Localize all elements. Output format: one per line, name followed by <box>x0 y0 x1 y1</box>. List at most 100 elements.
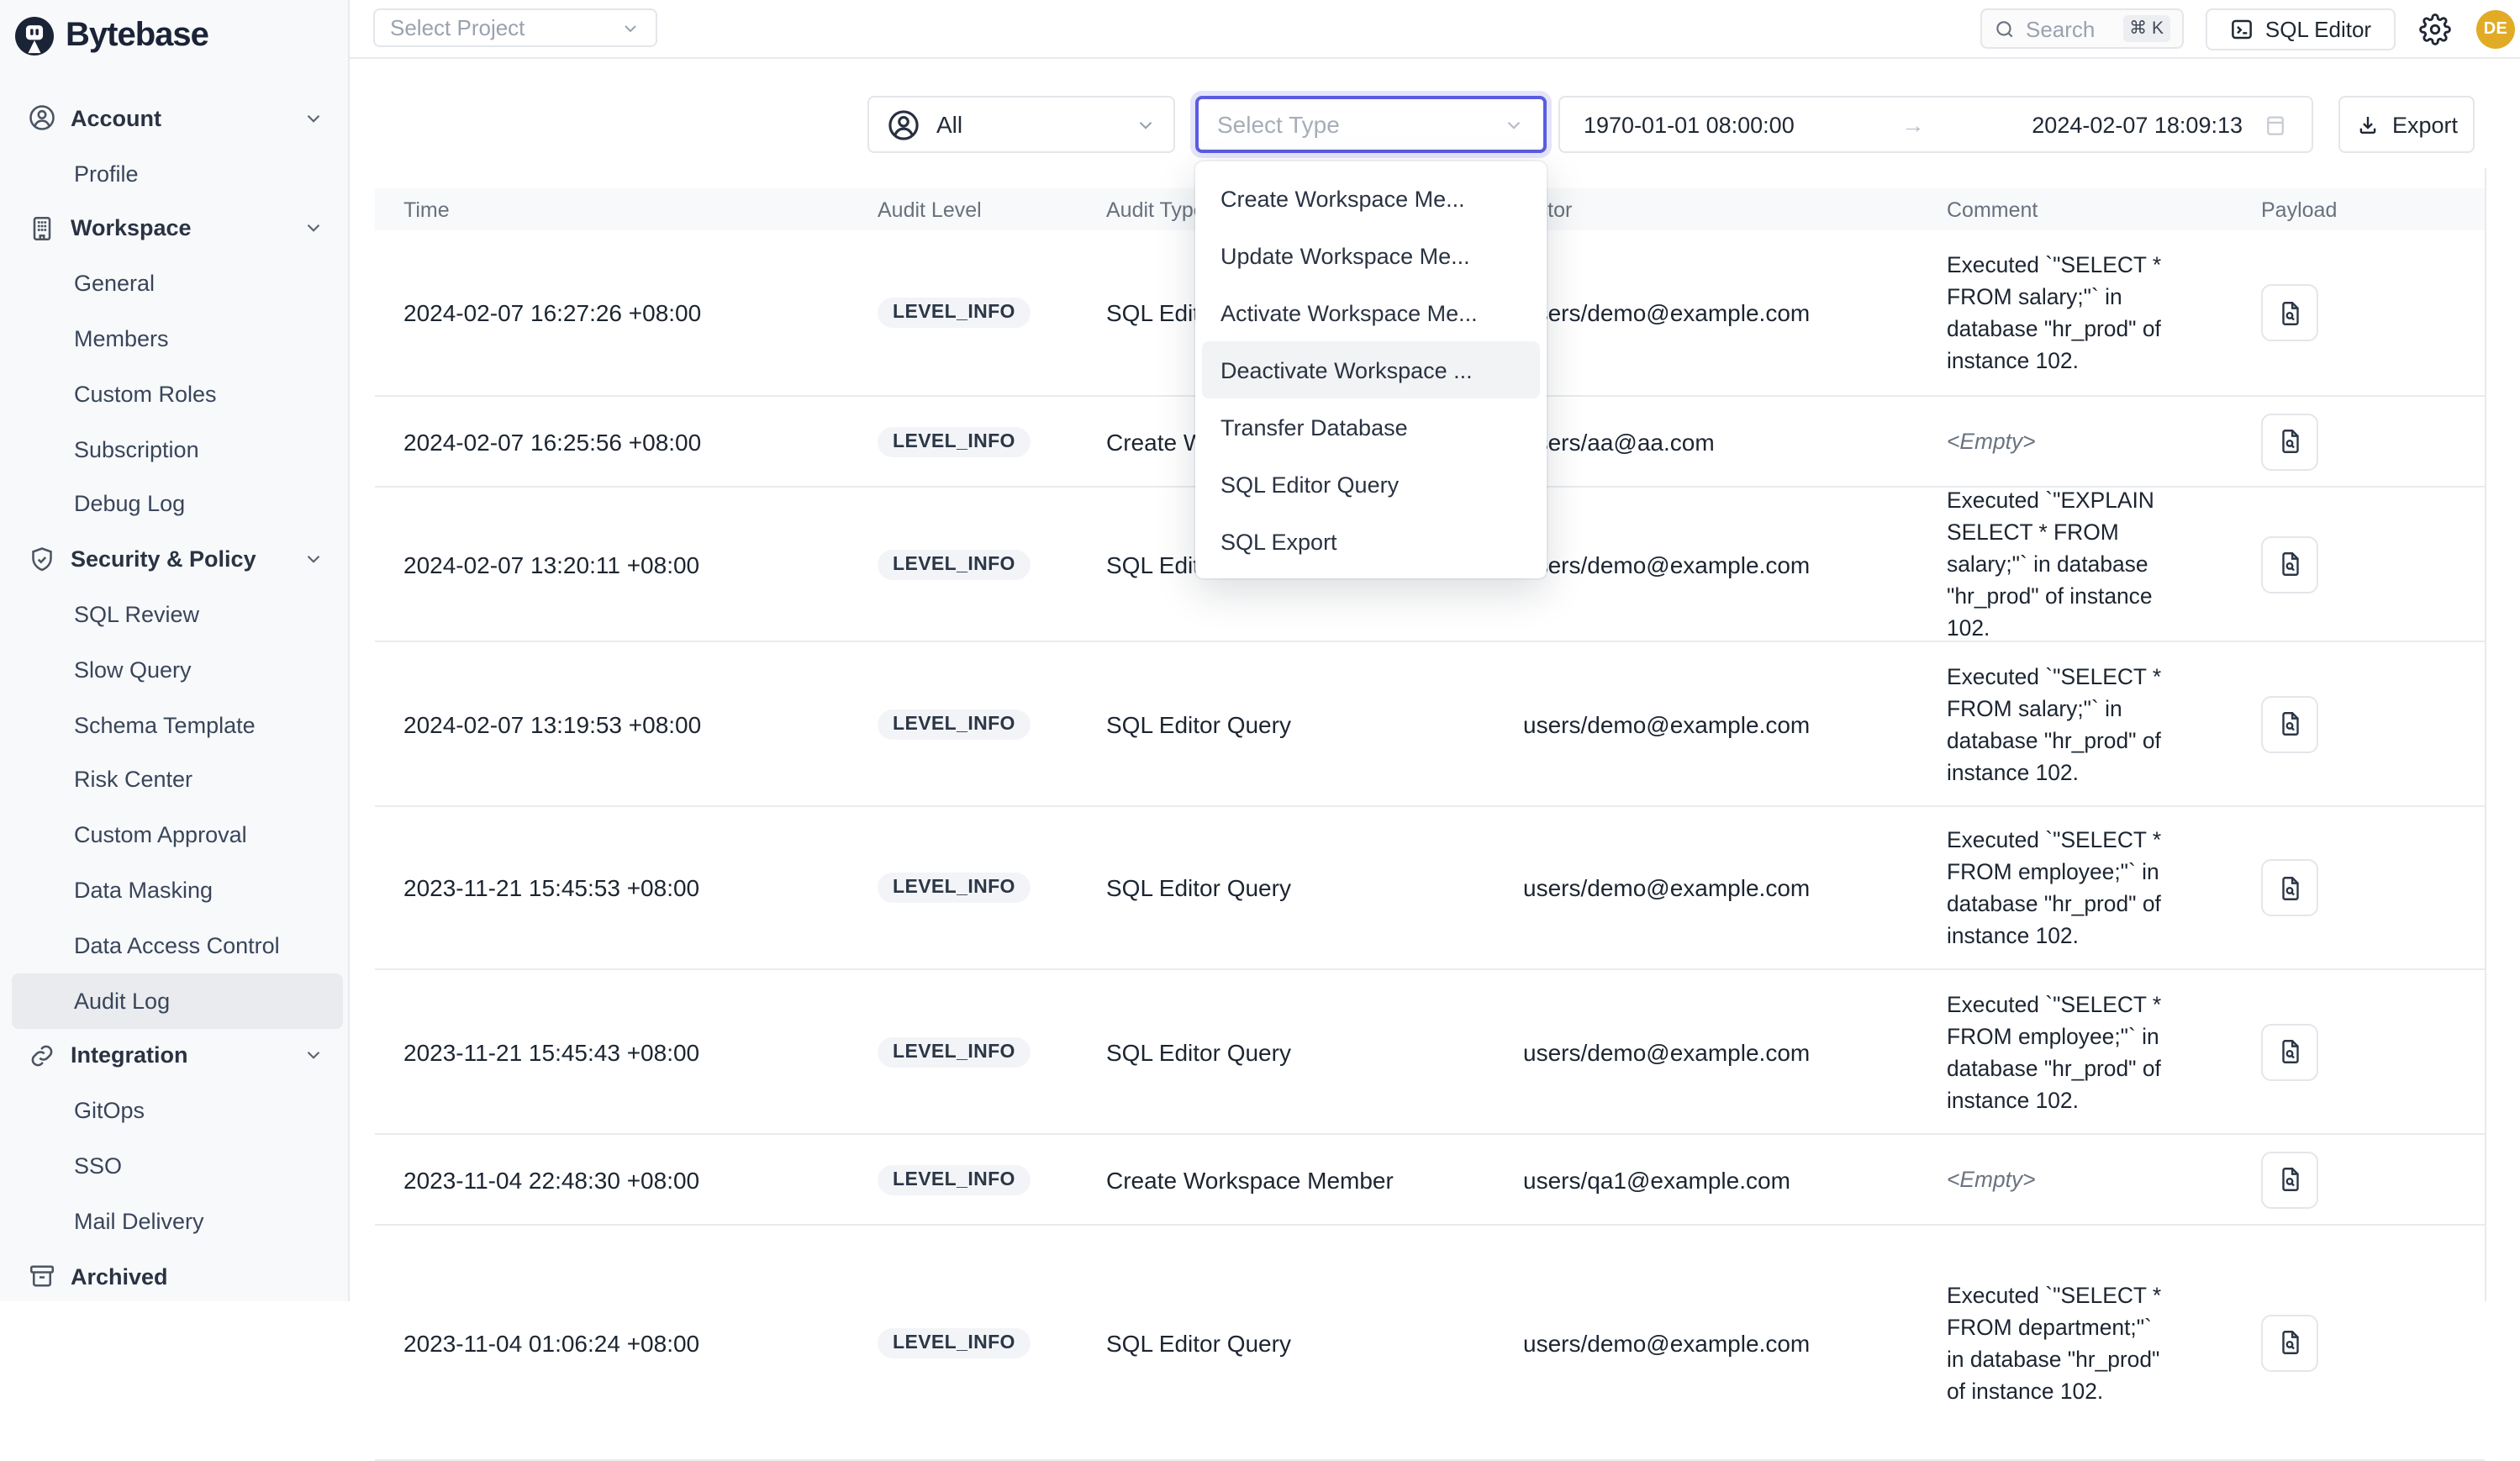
sidebar-item-custom-roles[interactable]: Custom Roles <box>7 367 348 422</box>
project-select[interactable]: Select Project <box>373 8 657 47</box>
user-circle-icon <box>27 103 57 134</box>
sidebar-item-label: Audit Log <box>74 988 170 1013</box>
building-icon <box>27 214 57 244</box>
link-icon <box>27 1041 57 1071</box>
sidebar-item-schema-template[interactable]: Schema Template <box>7 698 348 753</box>
sidebar-item-debug-log[interactable]: Debug Log <box>7 477 348 532</box>
type-menu-item-deactivate-workspace[interactable]: Deactivate Workspace ... <box>1202 341 1540 398</box>
sidebar-item-label: Risk Center <box>74 767 192 793</box>
payload-button[interactable] <box>2261 535 2318 593</box>
sidebar-item-label: GitOps <box>74 1098 145 1123</box>
file-search-icon <box>2275 873 2304 902</box>
audit-level-badge: LEVEL_INFO <box>878 1164 1031 1195</box>
search-shortcut-badge: ⌘ K <box>2122 15 2170 42</box>
sidebar-item-label: Archived <box>71 1263 168 1289</box>
chevron-down-icon <box>303 108 324 129</box>
payload-button[interactable] <box>2261 859 2318 916</box>
comment-cell: Executed `"SELECT * FROM department;"` i… <box>1947 1226 2169 1459</box>
sidebar-item-account[interactable]: Account <box>7 91 348 146</box>
sidebar: Bytebase AccountProfileWorkspaceGeneralM… <box>0 0 350 1301</box>
sidebar-item-general[interactable]: General <box>7 256 348 312</box>
sidebar-item-subscription[interactable]: Subscription <box>7 422 348 477</box>
sql-editor-button[interactable]: SQL Editor <box>2206 8 2396 50</box>
download-icon <box>2355 112 2380 137</box>
sidebar-item-risk-center[interactable]: Risk Center <box>7 752 348 808</box>
sidebar-item-label: Slow Query <box>74 657 192 683</box>
payload-button[interactable] <box>2261 1314 2318 1371</box>
audit-type-cell: SQL Editor Query <box>1106 970 1291 1133</box>
date-to: 2024-02-07 18:09:13 <box>2032 112 2243 137</box>
file-search-icon <box>2275 1037 2304 1066</box>
sidebar-item-custom-approval[interactable]: Custom Approval <box>7 808 348 863</box>
time-cell: 2024-02-07 13:20:11 +08:00 <box>403 488 699 641</box>
sidebar-item-integration[interactable]: Integration <box>7 1028 348 1084</box>
sidebar-item-security-policy[interactable]: Security & Policy <box>7 532 348 588</box>
sidebar-item-label: General <box>74 272 155 297</box>
audit-level-cell: LEVEL_INFO <box>878 642 1031 805</box>
audit-level-badge: LEVEL_INFO <box>878 549 1031 579</box>
payload-button[interactable] <box>2261 413 2318 470</box>
time-cell: 2024-02-07 16:25:56 +08:00 <box>403 397 701 486</box>
sidebar-item-archived[interactable]: Archived <box>7 1248 348 1304</box>
audit-type-cell: SQL Editor Query <box>1106 807 1291 968</box>
date-range-picker[interactable]: 1970-01-01 08:00:00 → 2024-02-07 18:09:1… <box>1558 96 2313 153</box>
type-menu-item-update-workspace-me[interactable]: Update Workspace Me... <box>1202 227 1540 284</box>
table-row: 2023-11-21 15:45:53 +08:00LEVEL_INFOSQL … <box>375 807 2485 970</box>
sidebar-item-data-access-control[interactable]: Data Access Control <box>7 918 348 973</box>
sidebar-item-sql-review[interactable]: SQL Review <box>7 587 348 642</box>
actor-cell: users/qa1@example.com <box>1523 1135 1790 1224</box>
chevron-down-icon <box>1135 113 1157 135</box>
comment-cell: <Empty> <box>1947 1135 2169 1224</box>
audit-level-badge: LEVEL_INFO <box>878 1327 1031 1358</box>
type-menu-item-transfer-database[interactable]: Transfer Database <box>1202 398 1540 456</box>
comment-cell: <Empty> <box>1947 397 2169 486</box>
type-menu-item-activate-workspace-me[interactable]: Activate Workspace Me... <box>1202 284 1540 341</box>
type-menu-item-sql-export[interactable]: SQL Export <box>1202 513 1540 570</box>
sql-editor-label: SQL Editor <box>2265 17 2371 42</box>
sidebar-item-label: Data Access Control <box>74 933 280 958</box>
time-cell: 2023-11-04 01:06:24 +08:00 <box>403 1226 699 1459</box>
payload-button[interactable] <box>2261 284 2318 341</box>
sidebar-item-slow-query[interactable]: Slow Query <box>7 642 348 698</box>
chevron-down-icon <box>303 218 324 240</box>
gear-icon[interactable] <box>2419 13 2451 45</box>
table-row: 2023-11-04 01:06:24 +08:00LEVEL_INFOSQL … <box>375 1226 2485 1461</box>
column-header-comment: Comment <box>1947 188 2038 230</box>
table-row: 2024-02-07 13:19:53 +08:00LEVEL_INFOSQL … <box>375 642 2485 807</box>
sidebar-item-mail-delivery[interactable]: Mail Delivery <box>7 1194 348 1249</box>
sidebar-nav: AccountProfileWorkspace General Members Cus… <box>0 0 348 1304</box>
sidebar-item-data-masking[interactable]: Data Masking <box>7 862 348 918</box>
table-row: 2023-11-21 15:45:43 +08:00LEVEL_INFOSQL … <box>375 970 2485 1135</box>
shield-check-icon <box>27 545 57 575</box>
audit-level-cell: LEVEL_INFO <box>878 807 1031 968</box>
type-menu-item-create-workspace-me[interactable]: Create Workspace Me... <box>1202 170 1540 227</box>
type-filter-select[interactable]: Select Type <box>1195 96 1547 153</box>
payload-button[interactable] <box>2261 1151 2318 1208</box>
file-search-icon <box>2275 427 2304 456</box>
type-menu-item-sql-editor-query[interactable]: SQL Editor Query <box>1202 456 1540 513</box>
payload-cell <box>2261 642 2318 805</box>
sidebar-item-label: SSO <box>74 1153 122 1179</box>
sidebar-item-sso[interactable]: SSO <box>7 1138 348 1194</box>
actor-filter-select[interactable]: All <box>867 96 1175 153</box>
payload-button[interactable] <box>2261 695 2318 752</box>
file-search-icon <box>2275 298 2304 327</box>
sidebar-item-gitops[interactable]: GitOps <box>7 1084 348 1139</box>
audit-level-cell: LEVEL_INFO <box>878 397 1031 486</box>
sidebar-item-audit-log[interactable]: Audit Log <box>12 973 343 1029</box>
payload-button[interactable] <box>2261 1023 2318 1080</box>
sidebar-item-label: Members <box>74 326 169 351</box>
avatar[interactable]: DE <box>2476 10 2515 49</box>
audit-level-cell: LEVEL_INFO <box>878 1135 1031 1224</box>
payload-cell <box>2261 1226 2318 1459</box>
sidebar-item-members[interactable]: Members <box>7 311 348 367</box>
sidebar-item-label: Custom Roles <box>74 382 217 407</box>
sidebar-item-workspace[interactable]: Workspace <box>7 201 348 256</box>
archive-icon <box>27 1261 57 1291</box>
comment-cell: Executed `"SELECT * FROM salary;"` in da… <box>1947 230 2169 395</box>
sidebar-item-profile[interactable]: Profile <box>7 146 348 202</box>
export-button[interactable]: Export <box>2338 96 2475 153</box>
audit-level-cell: LEVEL_INFO <box>878 488 1031 641</box>
search-input[interactable]: Search ⌘ K <box>1980 8 2184 49</box>
actor-cell: users/demo@example.com <box>1523 807 1810 968</box>
